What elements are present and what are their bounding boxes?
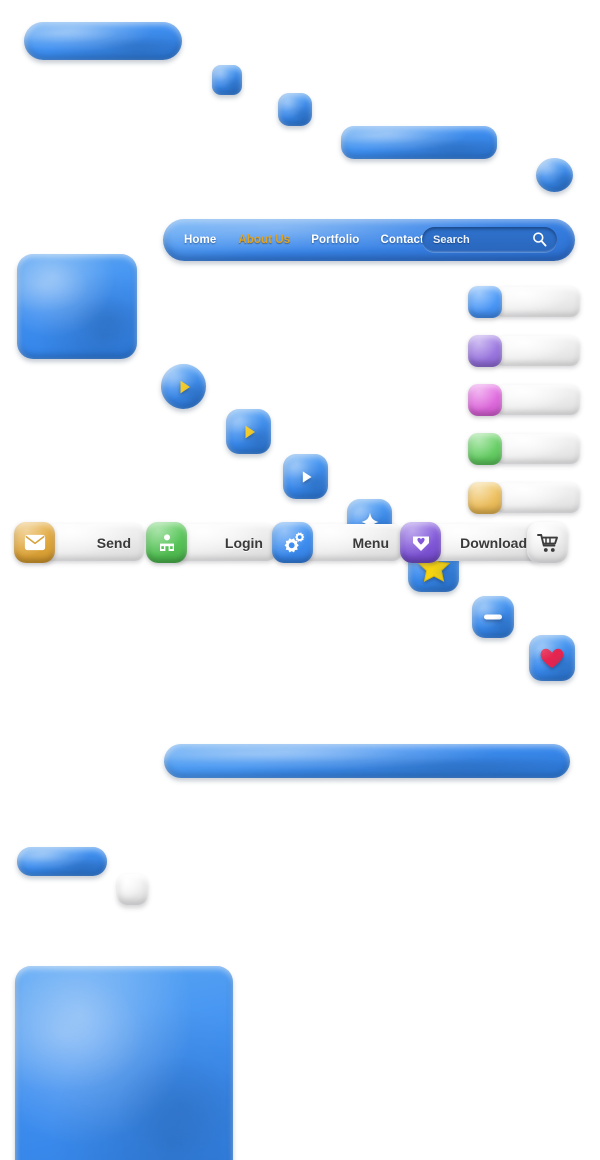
nav-link-portfolio[interactable]: Portfolio (311, 234, 359, 246)
toggle-blue[interactable] (468, 286, 580, 318)
minus-button[interactable] (472, 596, 514, 638)
toggle-track (494, 434, 580, 464)
blank-content-panel[interactable] (15, 966, 233, 1160)
wide-bar-button[interactable] (341, 126, 497, 159)
search-input-value: Search (433, 233, 470, 246)
download-heart-icon (400, 522, 441, 563)
toggle-orange[interactable] (468, 482, 580, 514)
blank-square-panel[interactable] (17, 254, 137, 359)
gears-icon (272, 522, 313, 563)
toggle-track (494, 385, 580, 415)
toggle-track (494, 483, 580, 513)
toggle-purple[interactable] (468, 335, 580, 367)
send-button-label: Send (96, 534, 131, 551)
download-button-label: Download (460, 534, 527, 551)
magnifier-icon[interactable] (531, 231, 548, 253)
ui-kit-canvas: Home About Us Portfolio Contact Us Searc… (0, 0, 600, 1160)
small-square-button[interactable] (212, 65, 242, 95)
toggle-green[interactable] (468, 433, 580, 465)
menu-button-body[interactable]: Menu (298, 524, 402, 561)
play-white-button[interactable] (283, 454, 328, 499)
toggle-knob[interactable] (468, 433, 502, 465)
heart-icon (529, 635, 575, 681)
play-square-button[interactable] (226, 409, 271, 454)
login-button-label: Login (224, 534, 263, 551)
medium-square-button[interactable] (278, 93, 312, 126)
toggle-knob[interactable] (468, 286, 502, 318)
minus-icon (472, 596, 514, 638)
search-input[interactable]: Search (422, 227, 557, 252)
nav-link-about-us[interactable]: About Us (238, 234, 290, 246)
toggle-knob[interactable] (468, 384, 502, 416)
play-white-icon (283, 454, 328, 499)
play-circle-icon (161, 364, 206, 409)
heart-button[interactable] (529, 635, 575, 681)
menu-button-label: Menu (352, 534, 389, 551)
download-button-body[interactable]: Download (426, 524, 540, 561)
wide-pill-button[interactable] (24, 22, 182, 60)
navigation-bar: Home About Us Portfolio Contact Us Searc… (163, 219, 575, 261)
play-circle-button[interactable] (161, 364, 206, 409)
toggle-track (494, 336, 580, 366)
play-square-icon (226, 409, 271, 454)
small-pill-button[interactable] (17, 847, 107, 876)
user-icon (146, 522, 187, 563)
toggle-pink[interactable] (468, 384, 580, 416)
shopping-cart-icon[interactable] (527, 522, 568, 563)
toggle-knob[interactable] (468, 482, 502, 514)
login-button-body[interactable]: Login (172, 524, 276, 561)
send-button-body[interactable]: Send (40, 524, 144, 561)
toggle-track (494, 287, 580, 317)
circle-button[interactable] (536, 158, 573, 192)
nav-link-home[interactable]: Home (184, 234, 216, 246)
toggle-knob[interactable] (468, 335, 502, 367)
white-square-button[interactable] (117, 874, 148, 905)
long-bar-button[interactable] (164, 744, 570, 778)
cart-button[interactable] (527, 522, 568, 563)
envelope-icon (14, 522, 55, 563)
